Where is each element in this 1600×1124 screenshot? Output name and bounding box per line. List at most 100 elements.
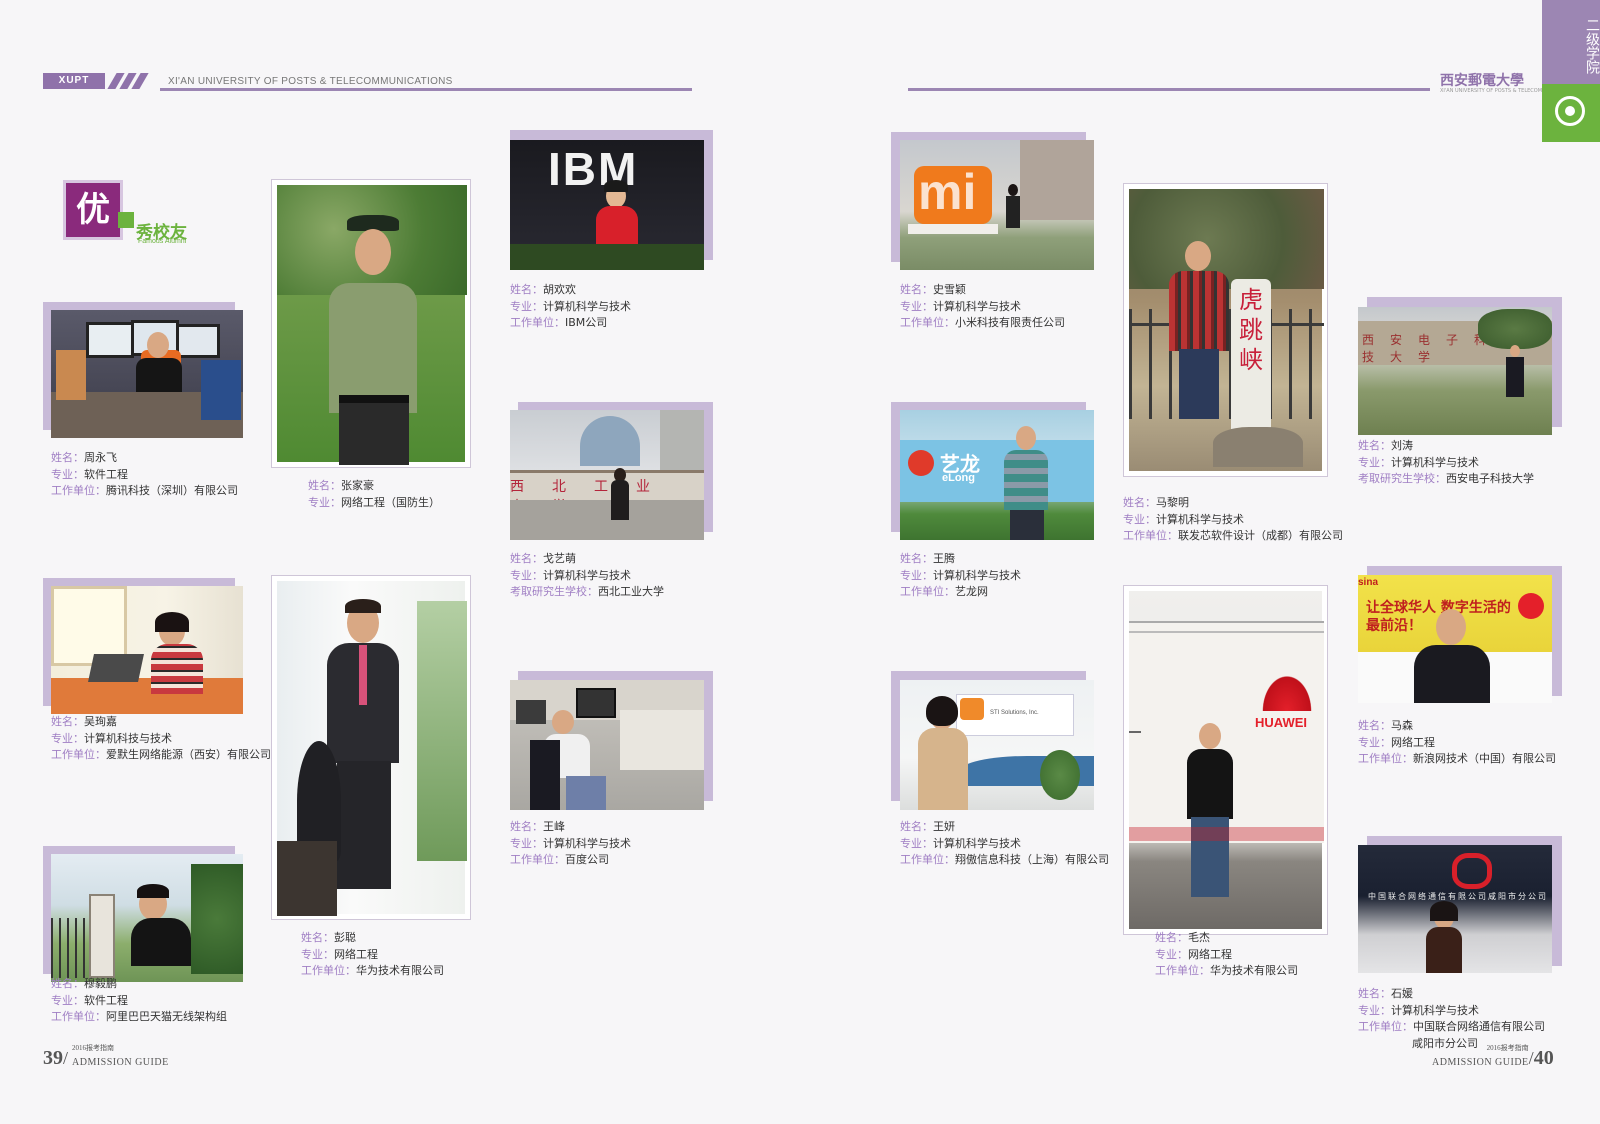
alumni-name: 张家豪 (341, 479, 374, 492)
photo-detail (51, 678, 243, 714)
alumni-name: 王腾 (933, 552, 955, 565)
alumni-caption: 姓名：石媛 专业：计算机科学与技术 工作单位：中国联合网络通信有限公司 咸阳市分… (1358, 986, 1545, 1052)
alumni-caption: 姓名：毛杰 专业：网络工程 工作单位：华为技术有限公司 (1155, 930, 1298, 980)
caption-key: 姓名： (900, 552, 933, 565)
alumni-major: 计算机科学与技术 (1391, 455, 1479, 469)
photo-detail: 西北工业大学 (510, 410, 704, 540)
alumni-name: 胡欢欢 (543, 283, 576, 296)
caption-key: 专业： (1358, 1003, 1391, 1017)
caption-key: 工作单位： (1358, 752, 1413, 765)
alumni-caption: 姓名：吴珣嘉 专业：计算机科技与技术 工作单位：爱默生网络能源（西安）有限公司 (51, 714, 271, 764)
photo-detail (329, 283, 417, 413)
caption-key: 工作单位： (900, 316, 955, 329)
photo-detail (1436, 609, 1466, 645)
alumni-caption: 姓名：史雪颖 专业：计算机科学与技术 工作单位：小米科技有限责任公司 (900, 282, 1065, 332)
page-number: 40 (1533, 1047, 1554, 1069)
alumni-work: 爱默生网络能源（西安）有限公司 (106, 748, 271, 761)
alumni-work: IBM公司 (565, 316, 608, 329)
footer-guide: ADMISSION GUIDE (72, 1057, 169, 1068)
elong-logo-en: eLong (942, 472, 975, 484)
alumni-work: 艺龙网 (955, 585, 988, 598)
caption-key: 考取研究生学校： (1358, 472, 1446, 485)
alumni-major: 软件工程 (84, 467, 128, 481)
caption-key: 姓名： (1358, 439, 1391, 452)
caption-key: 姓名： (1358, 719, 1391, 732)
footer-guide: ADMISSION GUIDE (1432, 1057, 1529, 1068)
alumni-caption: 姓名：张家豪 专业：网络工程（国防生） (308, 478, 440, 511)
alumni-major: 网络工程 (334, 947, 378, 961)
caption-key: 专业： (51, 467, 84, 481)
famous-alumni-badge: 优 (63, 180, 123, 240)
caption-key: 工作单位： (1358, 1020, 1413, 1033)
photo-detail (147, 332, 169, 358)
photo-detail (1199, 723, 1221, 749)
photo-detail (960, 698, 984, 720)
photo-detail (1187, 749, 1233, 819)
caption-key: 姓名： (308, 479, 341, 492)
alumni-photo: IBM (510, 140, 704, 270)
photo-detail (88, 654, 144, 682)
caption-key: 姓名： (1358, 987, 1391, 1000)
caption-key: 工作单位： (51, 1010, 106, 1023)
footer-year: 2016报考指南 (1486, 1044, 1529, 1052)
alumni-caption: 姓名：穆毅鹏 专业：软件工程 工作单位：阿里巴巴天猫无线架构组 (51, 976, 227, 1026)
alumni-photo: 中国联合网络通信有限公司咸阳市分公司 (1358, 845, 1552, 973)
photo-detail: 西安电子科技大学 (1358, 307, 1552, 435)
alumni-caption: 姓名：胡欢欢 专业：计算机科学与技术 工作单位：IBM公司 (510, 282, 631, 332)
photo-detail (566, 776, 606, 810)
alumni-caption: 姓名：王妍 专业：计算机科学与技术 工作单位：翔傲信息科技（上海）有限公司 (900, 819, 1109, 869)
photo-detail (89, 894, 115, 978)
section-side-tab: 二级学院 (1542, 0, 1600, 84)
photo-detail (1259, 671, 1315, 711)
photo-detail (552, 710, 574, 734)
photo-detail (1478, 309, 1552, 349)
alumni-photo (51, 854, 243, 982)
alumni-work: 腾讯科技（深圳）有限公司 (106, 484, 238, 497)
photo-detail (277, 185, 467, 465)
caption-key: 工作单位： (1155, 964, 1210, 977)
alumni-name: 彭聪 (334, 931, 356, 944)
photo-detail (1020, 140, 1094, 220)
caption-key: 姓名： (1155, 931, 1188, 944)
photo-detail: HUAWEI (1129, 591, 1324, 929)
photo-detail (510, 244, 704, 270)
alumni-caption: 姓名：彭聪 专业：网络工程 工作单位：华为技术有限公司 (301, 930, 444, 980)
caption-key: 工作单位： (1123, 529, 1178, 542)
alumni-grad-school: 西北工业大学 (598, 585, 664, 598)
sti-sign: STI Solutions, Inc. (990, 710, 1039, 716)
alumni-major: 计算机科学与技术 (543, 568, 631, 582)
alumni-photo: sina 让全球华人 数字生活的最前沿！ (1358, 575, 1552, 703)
photo-detail (611, 480, 629, 520)
caption-key: 专业： (900, 836, 933, 850)
caption-key: 姓名： (510, 552, 543, 565)
caption-key: 工作单位： (51, 484, 106, 497)
university-emblem-icon (1555, 96, 1585, 126)
alumni-photo (271, 179, 471, 468)
alumni-work: 中国联合网络通信有限公司 (1413, 1020, 1545, 1033)
caption-key: 工作单位： (510, 853, 565, 866)
alumni-work: 新浪网技术（中国）有限公司 (1413, 752, 1556, 765)
photo-detail: 艺龙 eLong (900, 410, 1094, 540)
xupt-tag-text: XUPT (58, 75, 90, 86)
alumni-major: 计算机科学与技术 (933, 299, 1021, 313)
alumni-major: 计算机科学与技术 (933, 836, 1021, 850)
photo-detail (417, 601, 467, 861)
photo-detail (131, 918, 191, 966)
tiger-leaping-gorge-stone: 虎跳峡 (1239, 286, 1263, 374)
caption-key: 专业： (1155, 947, 1188, 961)
photo-detail (56, 350, 86, 400)
photo-detail (51, 310, 243, 438)
caption-key: 专业： (510, 299, 543, 313)
page-number: 39 (43, 1047, 63, 1069)
alumni-work: 百度公司 (565, 853, 609, 866)
photo-detail (201, 360, 241, 420)
alumni-photo (271, 575, 471, 920)
photo-detail (530, 740, 560, 810)
alumni-name: 吴珣嘉 (84, 715, 117, 728)
caption-key: 专业： (1358, 455, 1391, 469)
alumni-photo: 西安电子科技大学 (1358, 307, 1552, 435)
caption-key: 姓名： (1123, 496, 1156, 509)
alumni-caption: 姓名：戈艺萌 专业：计算机科学与技术 考取研究生学校：西北工业大学 (510, 551, 664, 601)
photo-detail (345, 599, 381, 613)
photo-detail (337, 761, 391, 889)
